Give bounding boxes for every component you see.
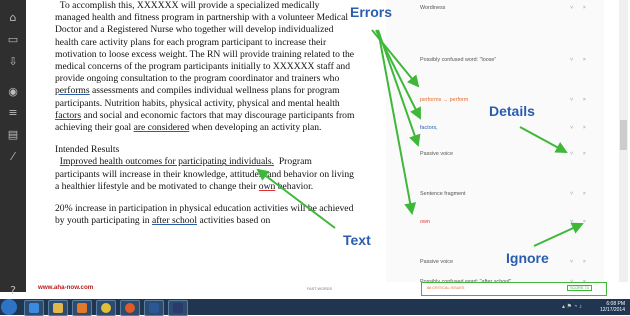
taskbar-ie[interactable]	[24, 300, 44, 316]
ie-icon	[29, 303, 39, 313]
word-icon	[149, 303, 159, 313]
media-icon	[77, 303, 87, 313]
arrow-errors-3	[377, 29, 421, 147]
taskbar-media[interactable]	[72, 300, 92, 316]
annotation-ignore: Ignore	[506, 250, 549, 266]
taskbar-firefox[interactable]	[120, 300, 140, 316]
taskbar-folder[interactable]	[48, 300, 68, 316]
annotation-text: Text	[343, 232, 371, 248]
start-button[interactable]	[1, 299, 17, 315]
arrow-text	[256, 168, 336, 229]
taskbar-photoshop[interactable]	[168, 300, 188, 316]
clock-date: 12/17/2014	[599, 307, 625, 313]
annotation-details: Details	[489, 103, 535, 119]
site-watermark: www.aha-now.com	[38, 284, 94, 291]
firefox-icon	[125, 303, 135, 313]
photoshop-icon	[173, 303, 183, 313]
arrow-ignore	[533, 222, 584, 247]
tray-icons[interactable]: ▴ ⚑ ◔ ♪	[562, 303, 582, 310]
chrome-icon	[101, 303, 111, 313]
annotation-arrows	[256, 29, 584, 247]
taskbar-chrome[interactable]	[96, 300, 116, 316]
annotation-errors: Errors	[350, 4, 393, 20]
critical-issues-count: 88 CRITICAL ISSUES	[427, 286, 465, 290]
critical-issues-box[interactable]: 88 CRITICAL ISSUES SCORE 73	[421, 282, 607, 296]
windows-taskbar: ▴ ⚑ ◔ ♪ 6:08 PM 12/17/2014	[0, 299, 630, 316]
folder-icon	[53, 303, 63, 313]
score-button[interactable]: SCORE 73	[567, 285, 592, 291]
clock[interactable]: 6:08 PM 12/17/2014	[600, 301, 625, 313]
taskbar-word[interactable]	[144, 300, 164, 316]
footer-bar: www.aha-now.com FAST WORDS 88 CRITICAL I…	[26, 282, 630, 299]
arrow-details	[519, 126, 568, 153]
footer-status: FAST WORDS	[307, 287, 333, 291]
